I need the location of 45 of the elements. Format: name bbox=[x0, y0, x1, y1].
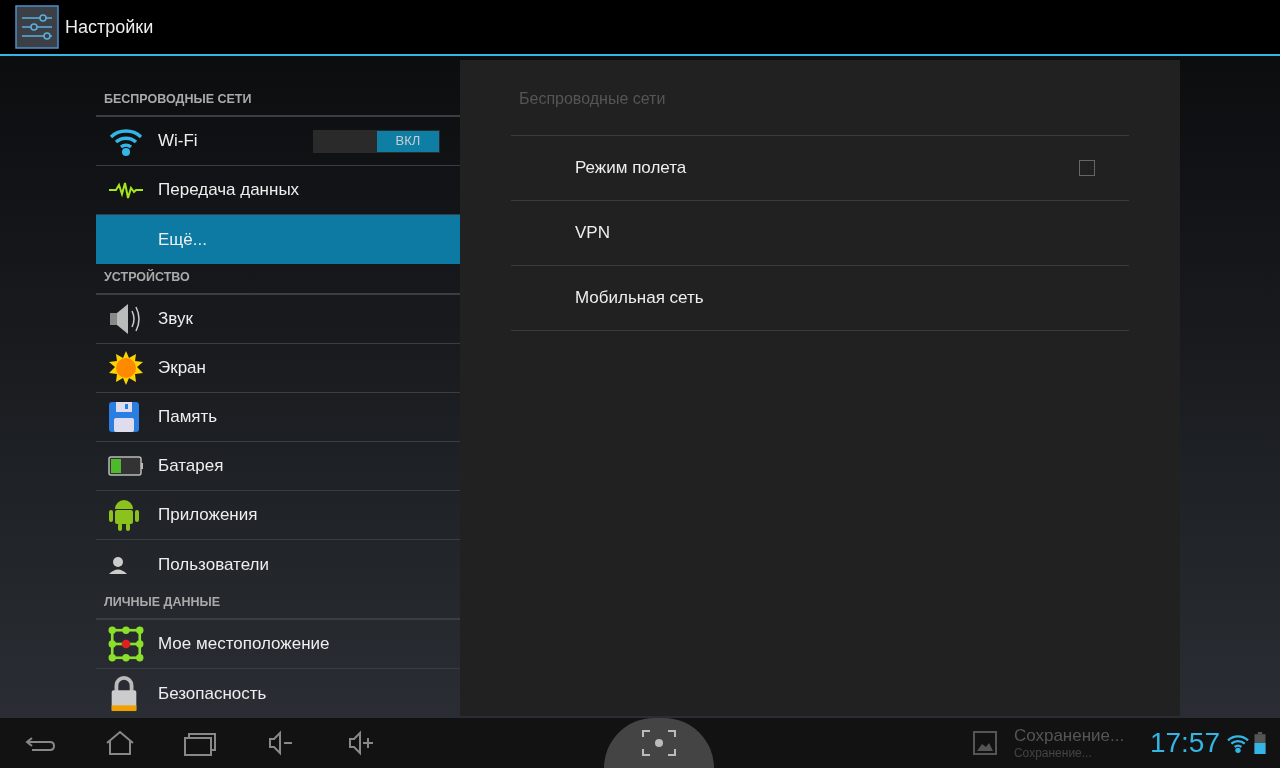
section-header: ЛИЧНЫЕ ДАННЫЕ bbox=[104, 594, 221, 612]
location-grid-icon bbox=[108, 626, 144, 662]
sun-icon bbox=[108, 350, 144, 386]
section-header: БЕСПРОВОДНЫЕ СЕТИ bbox=[104, 91, 252, 109]
settings-item[interactable]: Память bbox=[96, 393, 460, 442]
item-label: Wi-Fi bbox=[158, 130, 198, 153]
settings-item[interactable]: Мое местоположение bbox=[96, 620, 460, 669]
image-icon bbox=[972, 731, 997, 755]
item-label: Память bbox=[158, 406, 218, 429]
pulse-icon bbox=[108, 180, 144, 200]
settings-item[interactable]: Звук bbox=[96, 295, 460, 344]
settings-item[interactable]: Приложения bbox=[96, 491, 460, 540]
app-title: Настройки bbox=[65, 15, 154, 39]
person-icon bbox=[108, 554, 128, 575]
battery-level-icon bbox=[1254, 732, 1266, 754]
settings-item[interactable]: Безопасность bbox=[96, 669, 460, 718]
preference-row[interactable]: Режим полета bbox=[511, 136, 1129, 201]
row-label: Режим полета bbox=[575, 157, 687, 180]
preference-row[interactable]: Мобильная сеть bbox=[511, 266, 1129, 331]
row-label: Мобильная сеть bbox=[575, 287, 704, 310]
item-label: Мое местоположение bbox=[158, 633, 330, 656]
settings-item[interactable]: Пользователи bbox=[96, 540, 460, 589]
section-header: УСТРОЙСТВО bbox=[104, 268, 190, 287]
notification-title: Сохранение... bbox=[1013, 724, 1126, 747]
item-label: Экран bbox=[158, 357, 206, 380]
settings-item[interactable]: Wi-Fi ВКЛ bbox=[96, 117, 460, 166]
settings-item[interactable]: Экран bbox=[96, 344, 460, 393]
clock: 17:57 bbox=[1149, 726, 1220, 760]
checkbox[interactable] bbox=[1079, 160, 1095, 176]
preference-row[interactable]: VPN bbox=[511, 201, 1129, 266]
screenshot-icon[interactable] bbox=[641, 729, 677, 757]
item-label: Батарея bbox=[158, 455, 224, 478]
item-label: Передача данных bbox=[158, 179, 300, 202]
toggle-thumb: ВКЛ bbox=[377, 130, 439, 152]
item-label: Ещё... bbox=[158, 228, 207, 251]
item-label: Безопасность bbox=[158, 682, 267, 705]
item-label: Пользователи bbox=[158, 553, 269, 576]
settings-item[interactable]: Ещё... bbox=[96, 215, 460, 264]
battery-icon bbox=[108, 454, 144, 478]
settings-item[interactable]: Батарея bbox=[96, 442, 460, 491]
robot-icon bbox=[108, 497, 140, 533]
settings-sliders-icon[interactable] bbox=[15, 5, 59, 49]
row-label: VPN bbox=[575, 222, 610, 245]
item-label: Звук bbox=[158, 308, 193, 331]
item-label: Приложения bbox=[158, 504, 258, 527]
